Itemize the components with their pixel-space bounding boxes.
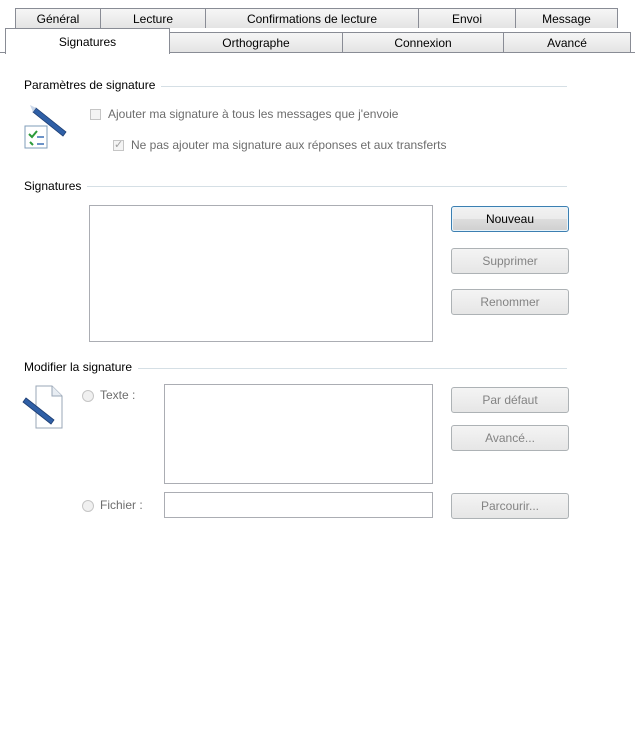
file-radio[interactable] xyxy=(82,500,94,512)
signature-file-field[interactable] xyxy=(164,492,433,518)
default-button[interactable]: Par défaut xyxy=(451,387,569,413)
edit-group-label: Modifier la signature xyxy=(24,360,139,374)
signature-settings-icon xyxy=(24,105,67,149)
signatures-group-line xyxy=(30,186,567,187)
advanced-button[interactable]: Avancé... xyxy=(451,425,569,451)
text-radio[interactable] xyxy=(82,390,94,402)
tab-lecture[interactable]: Lecture xyxy=(100,8,206,28)
add-signature-label: Ajouter ma signature à tous les messages… xyxy=(108,107,399,121)
file-radio-label: Fichier : xyxy=(100,498,143,512)
settings-group-label: Paramètres de signature xyxy=(24,78,162,92)
tab-orthographe[interactable]: Orthographe xyxy=(169,32,343,52)
tab-general[interactable]: Général xyxy=(15,8,101,28)
no-reply-label: Ne pas ajouter ma signature aux réponses… xyxy=(131,138,447,152)
tab-message[interactable]: Message xyxy=(515,8,618,28)
tab-signatures[interactable]: Signatures xyxy=(5,28,170,54)
signatures-group-label: Signatures xyxy=(24,179,88,193)
edit-signature-icon xyxy=(22,385,63,429)
tab-confirmations[interactable]: Confirmations de lecture xyxy=(205,8,419,28)
browse-button[interactable]: Parcourir... xyxy=(451,493,569,519)
tab-envoi[interactable]: Envoi xyxy=(418,8,516,28)
tab-row-bottom: Signatures Orthographe Connexion Avancé xyxy=(0,28,631,54)
add-signature-checkbox[interactable] xyxy=(90,109,101,120)
rename-signature-button[interactable]: Renommer xyxy=(451,289,569,315)
tab-avance[interactable]: Avancé xyxy=(503,32,631,52)
signature-text-area[interactable] xyxy=(164,384,433,484)
delete-signature-button[interactable]: Supprimer xyxy=(451,248,569,274)
text-radio-label: Texte : xyxy=(100,388,136,402)
tab-connexion[interactable]: Connexion xyxy=(342,32,504,52)
signatures-list[interactable] xyxy=(89,205,433,342)
tab-row-top: Général Lecture Confirmations de lecture… xyxy=(0,8,618,28)
new-signature-button[interactable]: Nouveau xyxy=(451,206,569,232)
no-reply-checkbox[interactable] xyxy=(113,138,124,151)
